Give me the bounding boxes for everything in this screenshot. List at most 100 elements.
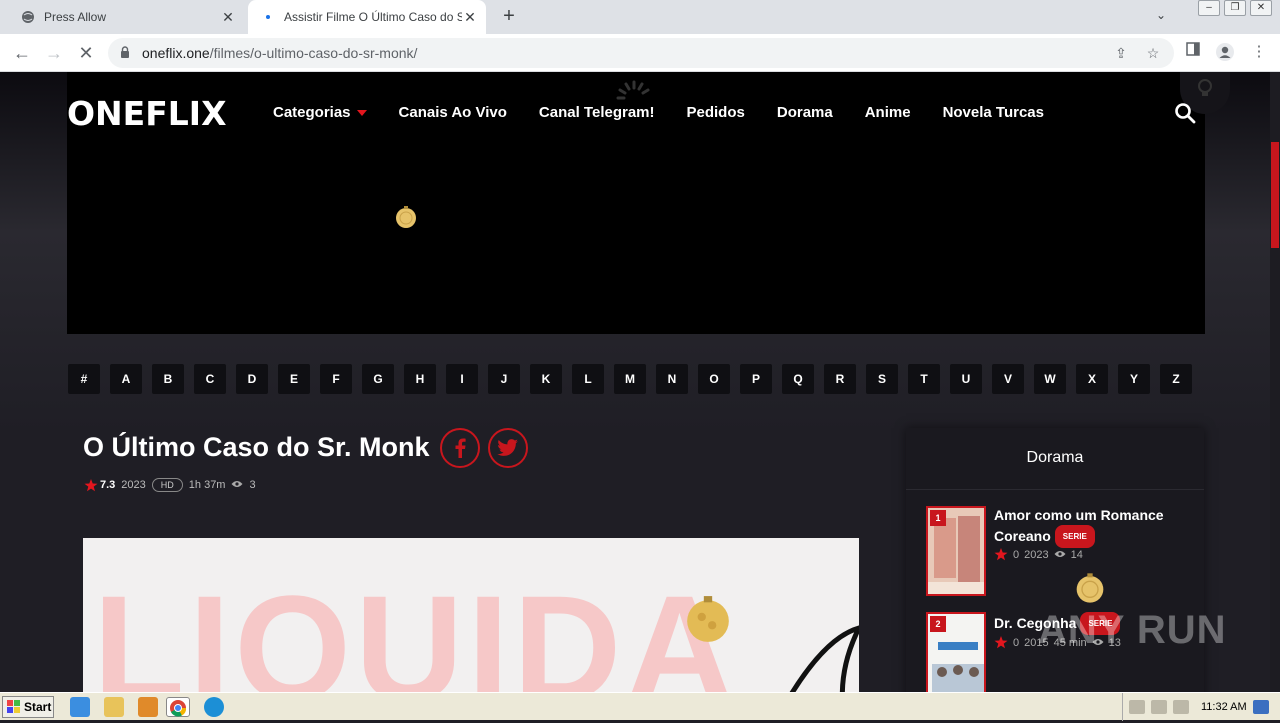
forward-icon[interactable]: →: [42, 41, 66, 65]
alpha-key-t[interactable]: T: [908, 364, 940, 394]
site-logo[interactable]: ONEFLIX: [67, 94, 227, 133]
share-icon[interactable]: ⇪: [1112, 45, 1130, 63]
search-icon[interactable]: [1174, 102, 1196, 124]
eye-icon: [231, 479, 243, 491]
alpha-key-d[interactable]: D: [236, 364, 268, 394]
alpha-key-l[interactable]: L: [572, 364, 604, 394]
nav-label: Categorias: [273, 104, 351, 121]
chrome-icon[interactable]: [166, 697, 190, 717]
alpha-key-o[interactable]: O: [698, 364, 730, 394]
anyrun-watermark: ANY RUN: [1038, 608, 1227, 652]
headphone-cable-image: [789, 625, 859, 692]
alpha-key-a[interactable]: A: [110, 364, 142, 394]
star-icon[interactable]: ☆: [1144, 45, 1162, 63]
facebook-icon: [455, 438, 466, 458]
alpha-key-j[interactable]: J: [488, 364, 520, 394]
close-icon[interactable]: ✕: [462, 9, 478, 25]
alpha-key-r[interactable]: R: [824, 364, 856, 394]
stop-loading-icon[interactable]: ✕: [74, 41, 98, 65]
twitter-share-button[interactable]: [487, 428, 528, 468]
tab-title: Assistir Filme O Último Caso do Sr. M: [284, 10, 462, 24]
clock: 11:32 AM: [1201, 701, 1247, 713]
show-desktop-icon[interactable]: [1252, 700, 1269, 714]
alpha-key-p[interactable]: P: [740, 364, 772, 394]
new-tab-button[interactable]: +: [498, 6, 520, 28]
alpha-key-i[interactable]: I: [446, 364, 478, 394]
network-icon[interactable]: [1151, 700, 1167, 714]
start-button[interactable]: Start: [2, 696, 54, 718]
item-title[interactable]: Amor como um Romance Coreano SERIE: [994, 506, 1184, 548]
alpha-key-s[interactable]: S: [866, 364, 898, 394]
nav-item-dorama[interactable]: Dorama: [777, 104, 833, 121]
edge-icon[interactable]: [204, 697, 224, 717]
address-bar[interactable]: oneflix.one/filmes/o-ultimo-caso-do-sr-m…: [108, 38, 1174, 68]
alpha-key-x[interactable]: X: [1076, 364, 1108, 394]
volume-icon[interactable]: [1129, 700, 1145, 714]
alpha-key-f[interactable]: F: [320, 364, 352, 394]
chevron-down-icon[interactable]: ⌄: [1152, 8, 1170, 26]
movie-views: 3: [249, 479, 256, 491]
alpha-key-hash[interactable]: #: [68, 364, 100, 394]
movie-duration: 1h 37m: [188, 479, 226, 491]
nav-item-categorias[interactable]: Categorias: [273, 104, 367, 121]
alpha-key-q[interactable]: Q: [782, 364, 814, 394]
page-viewport: ONEFLIX Categorias Canais Ao Vivo Canal …: [0, 72, 1270, 692]
alpha-key-h[interactable]: H: [404, 364, 436, 394]
nav-item-novela-turcas[interactable]: Novela Turcas: [943, 104, 1044, 121]
close-icon[interactable]: ✕: [220, 9, 236, 25]
close-window-button[interactable]: ✕: [1250, 0, 1272, 16]
movie-meta: 7.3 2023 HD 1h 37m 3: [84, 478, 256, 492]
poster-thumbnail[interactable]: 1: [926, 506, 986, 596]
url-host: oneflix.one: [142, 45, 210, 61]
restore-button[interactable]: ❐: [1224, 0, 1246, 16]
ornament-icon: [687, 596, 729, 642]
nav-item-anime[interactable]: Anime: [865, 104, 911, 121]
sidebar-heading: Dorama: [906, 428, 1204, 490]
ie-icon[interactable]: [70, 697, 90, 717]
item-meta: 0 2023 14: [994, 548, 1083, 561]
profile-icon[interactable]: [1214, 42, 1236, 64]
scrollbar-thumb[interactable]: [1271, 142, 1279, 248]
url-text: oneflix.one/filmes/o-ultimo-caso-do-sr-m…: [142, 45, 417, 61]
alpha-key-z[interactable]: Z: [1160, 364, 1192, 394]
alpha-key-n[interactable]: N: [656, 364, 688, 394]
nav-item-canais-ao-vivo[interactable]: Canais Ao Vivo: [399, 104, 507, 121]
eye-icon: [1054, 549, 1066, 561]
alpha-key-y[interactable]: Y: [1118, 364, 1150, 394]
loading-icon: [260, 9, 276, 25]
rank-badge: 2: [930, 616, 946, 632]
main-nav: Categorias Canais Ao Vivo Canal Telegram…: [273, 104, 1044, 121]
media-player-icon[interactable]: [138, 697, 158, 717]
menu-icon[interactable]: ⋮: [1248, 42, 1270, 64]
rating-value: 7.3: [100, 479, 116, 491]
list-item[interactable]: 1 Amor como um Romance Coreano SERIE 0 20…: [926, 506, 1186, 603]
alpha-key-w[interactable]: W: [1034, 364, 1066, 394]
alpha-key-u[interactable]: U: [950, 364, 982, 394]
alpha-key-k[interactable]: K: [530, 364, 562, 394]
alpha-key-e[interactable]: E: [278, 364, 310, 394]
globe-icon: [20, 9, 36, 25]
url-path: /filmes/o-ultimo-caso-do-sr-monk/: [209, 45, 418, 61]
star-icon: [994, 548, 1008, 561]
folder-icon[interactable]: [104, 697, 124, 717]
alpha-key-g[interactable]: G: [362, 364, 394, 394]
movie-poster-banner[interactable]: LIQUIDA: [83, 538, 859, 692]
flag-icon[interactable]: [1173, 700, 1189, 714]
tab-press-allow[interactable]: Press Allow ✕: [8, 0, 244, 34]
back-icon[interactable]: ←: [10, 41, 34, 65]
rank-badge: 1: [930, 510, 946, 526]
lock-icon: [121, 46, 129, 58]
alpha-key-c[interactable]: C: [194, 364, 226, 394]
alpha-key-v[interactable]: V: [992, 364, 1024, 394]
minimize-button[interactable]: –: [1198, 0, 1220, 16]
nav-item-pedidos[interactable]: Pedidos: [687, 104, 745, 121]
alpha-key-m[interactable]: M: [614, 364, 646, 394]
serie-badge: SERIE: [1054, 525, 1095, 548]
facebook-share-button[interactable]: [439, 428, 480, 468]
tab-oneflix[interactable]: Assistir Filme O Último Caso do Sr. M ✕: [248, 0, 486, 34]
poster-thumbnail[interactable]: 2: [926, 612, 986, 692]
alpha-key-b[interactable]: B: [152, 364, 184, 394]
system-tray: 11:32 AM: [1122, 693, 1280, 721]
sidepanel-icon[interactable]: [1182, 42, 1204, 64]
windows-logo-icon: [7, 700, 20, 713]
